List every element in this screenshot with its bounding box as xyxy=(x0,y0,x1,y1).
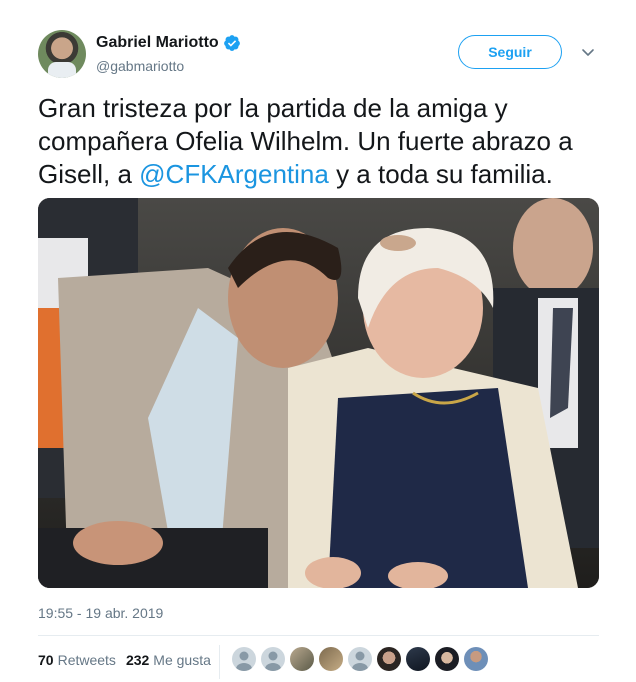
verified-badge-icon xyxy=(223,35,240,51)
default-avatar-icon xyxy=(265,651,281,671)
tweet-photo[interactable] xyxy=(38,198,599,588)
liker-avatar[interactable] xyxy=(464,647,488,671)
likers-avatars xyxy=(232,647,493,671)
photo-illustration xyxy=(38,198,599,588)
tweet-text: Gran tristeza por la partida de la amiga… xyxy=(38,92,602,191)
liker-avatar[interactable] xyxy=(261,647,285,671)
default-avatar-icon xyxy=(236,651,252,671)
liker-avatar[interactable] xyxy=(435,647,459,671)
liker-avatar[interactable] xyxy=(348,647,372,671)
tweet-timestamp[interactable]: 19:55 - 19 abr. 2019 xyxy=(38,605,163,621)
mention-link[interactable]: @CFKArgentina xyxy=(139,159,329,189)
stats-divider xyxy=(38,635,599,636)
author-handle[interactable]: @gabmariotto xyxy=(96,58,184,74)
stats-separator xyxy=(219,645,220,679)
author-avatar[interactable] xyxy=(38,30,86,78)
author-name-row[interactable]: Gabriel Mariotto xyxy=(96,34,241,52)
likes-label[interactable]: Me gusta xyxy=(153,652,211,668)
liker-avatar[interactable] xyxy=(406,647,430,671)
retweets-label[interactable]: Retweets xyxy=(58,652,116,668)
default-avatar-icon xyxy=(352,651,368,671)
liker-avatar[interactable] xyxy=(377,647,401,671)
author-display-name[interactable]: Gabriel Mariotto xyxy=(96,34,219,52)
tweet-stats: 70 Retweets 232 Me gusta xyxy=(38,652,221,668)
tweet-header: Gabriel Mariotto @gabmariotto Seguir xyxy=(38,30,602,80)
liker-avatar[interactable] xyxy=(290,647,314,671)
retweets-count[interactable]: 70 xyxy=(38,652,54,668)
likes-count[interactable]: 232 xyxy=(126,652,149,668)
liker-avatar[interactable] xyxy=(319,647,343,671)
follow-button[interactable]: Seguir xyxy=(458,35,562,69)
chevron-down-icon[interactable] xyxy=(580,44,596,60)
tweet-text-after: y a toda su familia. xyxy=(328,159,553,189)
liker-avatar[interactable] xyxy=(232,647,256,671)
